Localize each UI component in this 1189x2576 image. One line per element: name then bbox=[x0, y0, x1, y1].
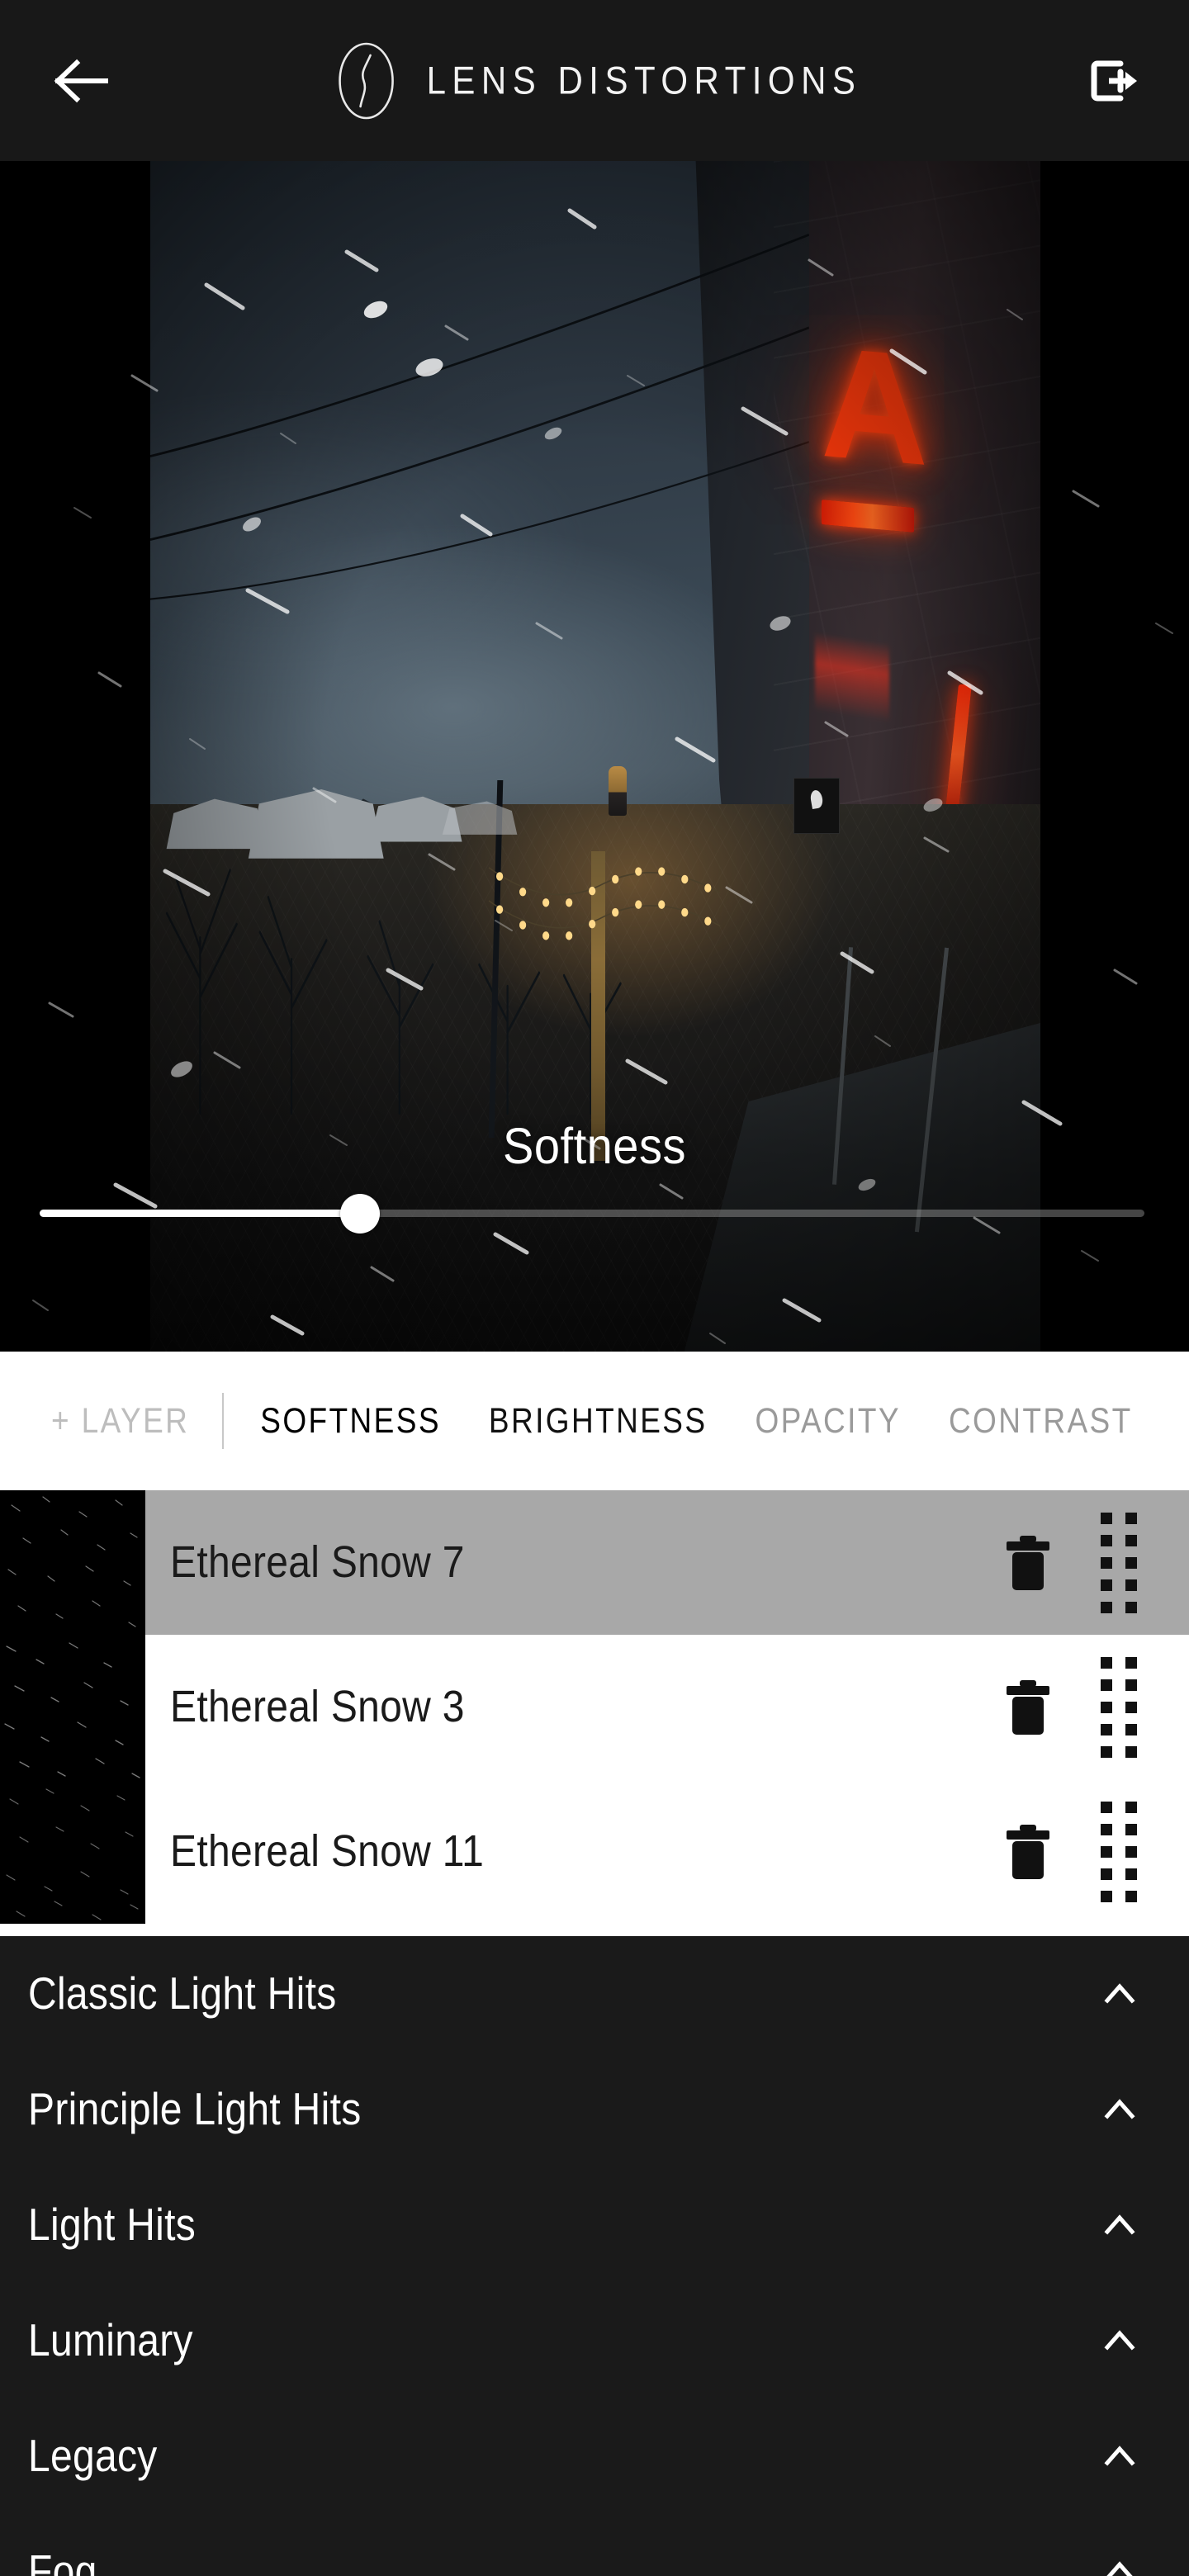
photo-bar-sign bbox=[793, 777, 841, 834]
layer-name: Ethereal Snow 11 bbox=[170, 1826, 485, 1877]
snow-thumbnail-icon bbox=[0, 1635, 145, 1779]
chevron-up-icon bbox=[1104, 2214, 1135, 2235]
export-button[interactable] bbox=[1080, 48, 1146, 114]
trash-icon bbox=[1007, 1535, 1049, 1590]
layer-thumbnail bbox=[0, 1490, 145, 1635]
softness-slider[interactable] bbox=[40, 1193, 1144, 1234]
trash-icon bbox=[1007, 1824, 1049, 1879]
edited-photo: A bbox=[150, 161, 1040, 1352]
chevron-up-icon bbox=[1104, 2330, 1135, 2351]
table-row[interactable]: Ethereal Snow 11 bbox=[0, 1779, 1189, 1924]
add-layer-button[interactable]: + LAYER bbox=[0, 1401, 222, 1441]
category-label: Luminary bbox=[28, 2315, 193, 2366]
tab-opacity[interactable]: OPACITY bbox=[755, 1401, 900, 1441]
table-row[interactable]: Ethereal Snow 3 bbox=[0, 1635, 1189, 1779]
chevron-up-icon bbox=[1104, 2446, 1135, 2466]
photo-parked-cars bbox=[166, 789, 518, 859]
arrow-left-icon bbox=[54, 59, 108, 102]
drag-handle[interactable] bbox=[1073, 1656, 1164, 1758]
category-legacy[interactable]: Legacy bbox=[0, 2398, 1189, 2514]
brand-lockup: LENS DISTORTIONS bbox=[328, 42, 862, 120]
layer-list: Ethereal Snow 7 Ethereal Snow 3 Ethereal… bbox=[0, 1490, 1189, 1936]
adjustment-toolbar: + LAYER SOFTNESS BRIGHTNESS OPACITY CONT… bbox=[0, 1352, 1189, 1490]
category-light-hits[interactable]: Light Hits bbox=[0, 2167, 1189, 2283]
brand-title: LENS DISTORTIONS bbox=[426, 58, 862, 102]
app-root: LENS DISTORTIONS A Softness + LAYER SOFT… bbox=[0, 0, 1189, 2576]
category-label: Fog bbox=[28, 2546, 97, 2576]
chevron-up-icon bbox=[1104, 2099, 1135, 2119]
photo-neon-script bbox=[814, 631, 889, 722]
drag-handle-icon bbox=[1101, 1656, 1137, 1758]
category-principle-light-hits[interactable]: Principle Light Hits bbox=[0, 2052, 1189, 2167]
back-button[interactable] bbox=[51, 51, 111, 111]
category-label: Principle Light Hits bbox=[28, 2084, 362, 2135]
category-classic-light-hits[interactable]: Classic Light Hits bbox=[0, 1936, 1189, 2052]
layer-name: Ethereal Snow 7 bbox=[170, 1537, 465, 1588]
trash-icon bbox=[1007, 1679, 1049, 1735]
tab-contrast[interactable]: CONTRAST bbox=[949, 1401, 1133, 1441]
snow-thumbnail-icon bbox=[0, 1779, 145, 1924]
slider-thumb[interactable] bbox=[340, 1193, 381, 1234]
drag-handle-icon bbox=[1101, 1801, 1137, 1902]
toolbar-divider bbox=[222, 1393, 225, 1449]
chevron-up-icon bbox=[1104, 1983, 1135, 2004]
category-label: Light Hits bbox=[28, 2200, 197, 2251]
pack-category-list: Classic Light Hits Principle Light Hits … bbox=[0, 1936, 1189, 2576]
delete-layer-button[interactable] bbox=[983, 1662, 1073, 1753]
photo-neon-letter-a: A bbox=[821, 313, 929, 500]
tab-softness[interactable]: SOFTNESS bbox=[260, 1401, 441, 1441]
slider-fill bbox=[40, 1210, 361, 1217]
drag-handle-icon bbox=[1101, 1512, 1137, 1613]
tab-brightness[interactable]: BRIGHTNESS bbox=[489, 1401, 708, 1441]
snow-thumbnail-icon bbox=[0, 1490, 145, 1635]
layer-thumbnail bbox=[0, 1635, 145, 1779]
lens-oval-logo-icon bbox=[339, 42, 394, 119]
chevron-up-icon bbox=[1106, 2561, 1133, 2576]
category-label: Legacy bbox=[28, 2431, 158, 2482]
layer-name: Ethereal Snow 3 bbox=[170, 1682, 465, 1732]
drag-handle[interactable] bbox=[1073, 1801, 1164, 1902]
delete-layer-button[interactable] bbox=[983, 1807, 1073, 1897]
category-fog[interactable]: Fog bbox=[0, 2514, 1189, 2576]
category-label: Classic Light Hits bbox=[28, 1968, 337, 2020]
table-row[interactable]: Ethereal Snow 7 bbox=[0, 1490, 1189, 1635]
layer-thumbnail bbox=[0, 1779, 145, 1924]
app-header: LENS DISTORTIONS bbox=[0, 0, 1189, 161]
export-share-icon bbox=[1091, 60, 1137, 101]
photo-canvas[interactable]: A Softness bbox=[0, 161, 1189, 1352]
delete-layer-button[interactable] bbox=[983, 1518, 1073, 1608]
photo-pedestrian bbox=[609, 766, 628, 817]
category-luminary[interactable]: Luminary bbox=[0, 2283, 1189, 2398]
drag-handle[interactable] bbox=[1073, 1512, 1164, 1613]
